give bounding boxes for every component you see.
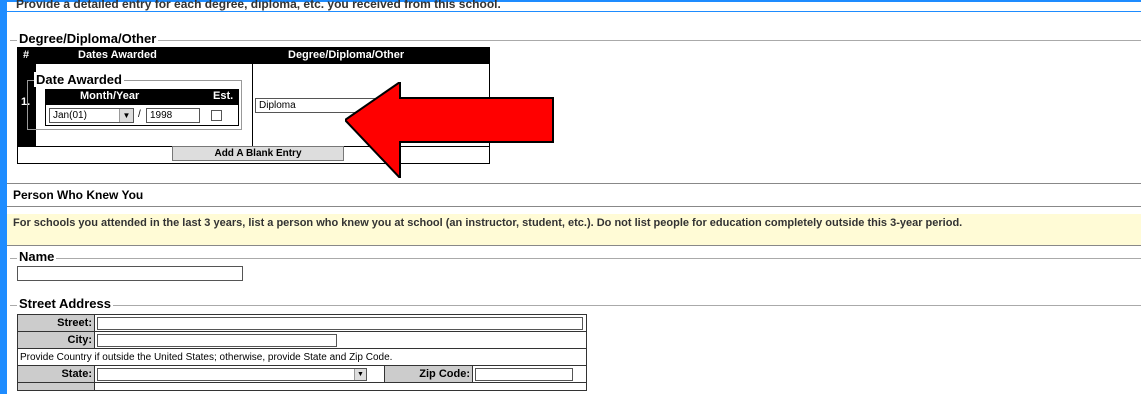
- est-header: Est.: [213, 90, 234, 102]
- window-left-border: [0, 0, 7, 394]
- date-awarded-legend: Date Awarded: [34, 72, 124, 87]
- date-separator: /: [138, 109, 141, 120]
- city-row: City:: [17, 331, 587, 349]
- street-input[interactable]: [97, 316, 583, 330]
- degree-table-header: # Dates Awarded Degree/Diploma/Other: [18, 48, 489, 64]
- num-header: #: [23, 49, 30, 61]
- address-legend: Street Address: [17, 296, 113, 311]
- person-section-note: For schools you attended in the last 3 y…: [7, 214, 1141, 246]
- country-note: Provide Country if outside the United St…: [17, 348, 587, 366]
- street-row: Street:: [17, 314, 587, 332]
- name-input[interactable]: [17, 266, 243, 281]
- state-select[interactable]: ▼: [97, 367, 367, 381]
- state-label: State:: [17, 365, 95, 383]
- top-instruction: Provide a detailed entry for each degree…: [16, 0, 501, 11]
- month-year-header: Month/Year: [80, 90, 140, 102]
- month-select-value: Jan(01): [53, 110, 87, 121]
- address-fieldset-border: [10, 305, 1141, 306]
- degree-header: Degree/Diploma/Other: [288, 49, 405, 61]
- estimated-checkbox[interactable]: [211, 110, 222, 121]
- name-legend: Name: [17, 249, 57, 264]
- degree-fieldset-border: [10, 40, 1141, 41]
- city-input[interactable]: [97, 333, 337, 347]
- address-table: Street: City: Provide Country if outside…: [17, 314, 587, 391]
- dates-awarded-header: Dates Awarded: [78, 49, 157, 61]
- zip-label: Zip Code:: [384, 365, 473, 383]
- degree-legend: Degree/Diploma/Other: [17, 31, 159, 46]
- arrow-shape: [345, 82, 554, 178]
- name-fieldset-border: [10, 258, 1141, 259]
- street-label: Street:: [17, 314, 95, 332]
- city-label: City:: [17, 331, 95, 349]
- state-row: State: ▼ Zip Code:: [17, 365, 587, 383]
- degree-col-divider: [252, 64, 253, 146]
- chevron-down-icon: ▼: [354, 368, 366, 380]
- date-header: Month/Year Est.: [45, 89, 239, 104]
- person-section-title: Person Who Knew You: [7, 183, 1141, 207]
- add-blank-entry-button[interactable]: Add A Blank Entry: [172, 146, 344, 161]
- year-input[interactable]: 1998: [146, 108, 200, 123]
- country-note-row: Provide Country if outside the United St…: [17, 348, 587, 366]
- cut-off-row: [17, 382, 587, 391]
- red-arrow-annotation: [345, 82, 554, 178]
- top-divider: [7, 11, 1141, 12]
- month-select[interactable]: Jan(01) ▼: [49, 108, 134, 123]
- zip-input[interactable]: [475, 367, 573, 381]
- chevron-down-icon: ▼: [119, 109, 133, 122]
